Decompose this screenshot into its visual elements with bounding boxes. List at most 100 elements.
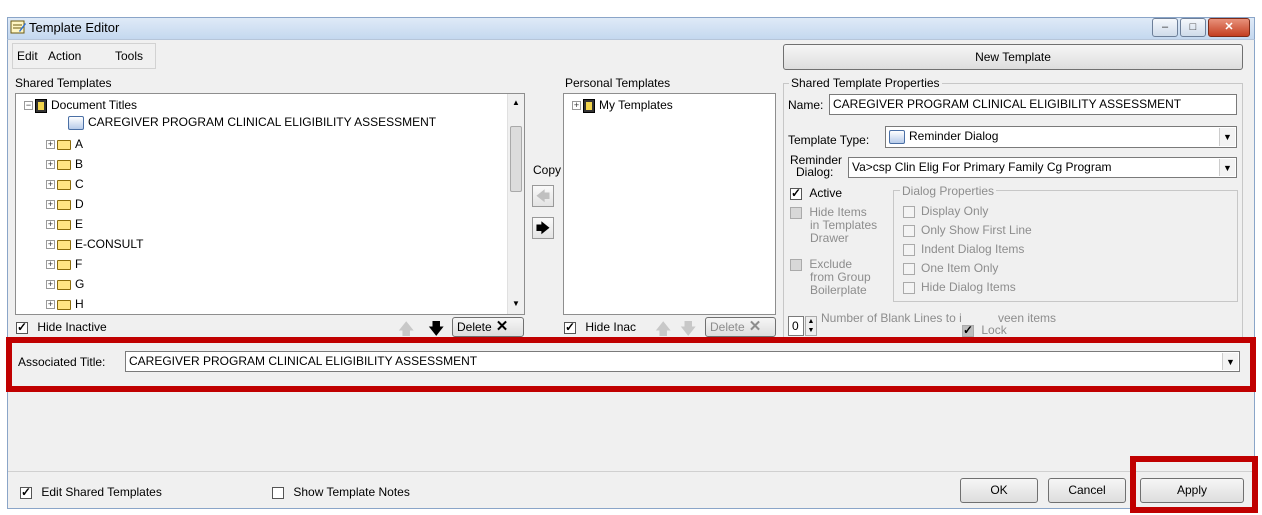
option-checkbox[interactable] (903, 243, 915, 256)
edit-shared-templates-option[interactable]: Edit Shared Templates (20, 485, 162, 499)
tree-node-my-templates[interactable]: + My Templates (572, 97, 673, 113)
tree-folder[interactable]: + E (46, 216, 83, 232)
chevron-down-icon[interactable]: ▼ (1219, 128, 1235, 146)
hide-items-label: Hide Items (809, 205, 867, 219)
tree-folder[interactable]: + D (46, 196, 84, 212)
option-checkbox[interactable] (903, 205, 915, 218)
delete-label: Delete (710, 320, 745, 334)
exclude-option[interactable]: Exclude from Group Boilerplate (790, 258, 871, 297)
option-label: One Item Only (921, 261, 999, 275)
menu-edit[interactable]: Edit (17, 49, 38, 63)
copy-right-arrow-icon[interactable]: 🡆 (532, 217, 554, 239)
shared-templates-header: Shared Templates (15, 76, 112, 90)
option-checkbox[interactable] (903, 262, 915, 275)
hide-inactive-personal[interactable]: Hide Inac (564, 320, 636, 334)
template-editor-icon (10, 19, 26, 35)
expand-icon[interactable]: + (46, 220, 55, 230)
option-checkbox[interactable] (903, 224, 915, 237)
shared-templates-tree[interactable]: − Document Titles CAREGIVER PROGRAM CLINI… (15, 93, 525, 315)
tree-node-document-titles[interactable]: − Document Titles (24, 97, 137, 113)
cancel-button[interactable]: Cancel (1048, 478, 1126, 503)
indent-dialog-items-option[interactable]: Indent Dialog Items (903, 242, 1024, 256)
shared-delete-button[interactable]: Delete ✕ (452, 317, 524, 337)
show-template-notes-option[interactable]: Show Template Notes (272, 485, 410, 499)
chevron-down-icon[interactable]: ▼ (1219, 159, 1235, 176)
tree-node-selected-template[interactable]: CAREGIVER PROGRAM CLINICAL ELIGIBILITY A… (68, 114, 436, 130)
scroll-down-arrow-icon[interactable]: ▼ (512, 299, 520, 308)
close-button[interactable]: ✕ (1208, 18, 1250, 37)
apply-button[interactable]: Apply (1140, 478, 1244, 503)
lock-checkbox[interactable] (962, 323, 974, 337)
option-label: Indent Dialog Items (921, 242, 1025, 256)
collapse-icon[interactable]: − (24, 101, 33, 111)
tree-folder[interactable]: + F (46, 256, 82, 272)
personal-templates-tree[interactable]: + My Templates (563, 93, 776, 315)
hide-dialog-items-option[interactable]: Hide Dialog Items (903, 280, 1016, 294)
vertical-scrollbar[interactable]: ▲ ▼ (507, 94, 524, 314)
chevron-down-icon[interactable]: ▼ (1222, 353, 1238, 370)
tree-folder[interactable]: + G (46, 276, 84, 292)
name-input[interactable]: CAREGIVER PROGRAM CLINICAL ELIGIBILITY A… (829, 94, 1237, 115)
expand-icon[interactable]: + (46, 200, 55, 210)
expand-icon[interactable]: + (46, 260, 55, 270)
blank-lines-stepper[interactable]: ▲ ▼ (805, 316, 817, 336)
option-checkbox[interactable] (903, 281, 915, 294)
folder-icon (57, 199, 71, 210)
expand-icon[interactable]: + (572, 101, 581, 111)
edit-shared-checkbox[interactable] (20, 485, 32, 499)
blank-lines-input[interactable]: 0 (788, 316, 804, 336)
tree-folder[interactable]: + A (46, 136, 83, 152)
hide-items-checkbox[interactable] (790, 206, 802, 219)
tree-folder[interactable]: + H (46, 296, 84, 310)
tree-folder[interactable]: + B (46, 156, 83, 172)
personal-templates-header: Personal Templates (565, 76, 671, 90)
active-option[interactable]: Active (790, 186, 842, 200)
hide-inactive-personal-checkbox[interactable] (564, 320, 576, 334)
scrollbar-thumb[interactable] (510, 126, 522, 192)
tree-folder[interactable]: + C (46, 176, 84, 192)
reminder-dialog-select[interactable]: Va>csp Clin Elig For Primary Family Cg P… (848, 157, 1237, 178)
ok-button[interactable]: OK (960, 478, 1038, 503)
active-checkbox[interactable] (790, 186, 802, 200)
window-title: Template Editor (29, 20, 120, 35)
hide-inactive-checkbox[interactable] (16, 320, 28, 334)
folder-icon (57, 299, 71, 310)
exclude-label: Exclude (809, 257, 853, 271)
properties-header: Shared Template Properties (789, 76, 942, 90)
copy-left-arrow-icon[interactable]: 🡄 (532, 185, 554, 207)
menu-tools[interactable]: Tools (115, 49, 143, 63)
template-type-select[interactable]: Reminder Dialog ▼ (885, 126, 1237, 148)
hide-items-option[interactable]: Hide Items in Templates Drawer (790, 206, 877, 245)
expand-icon[interactable]: + (46, 240, 55, 250)
one-item-only-option[interactable]: One Item Only (903, 261, 998, 275)
tree-folder-label: E-CONSULT (75, 237, 144, 251)
lock-option[interactable]: Lock (962, 323, 1007, 337)
new-template-button[interactable]: New Template (783, 44, 1243, 70)
hide-inactive-personal-label: Hide Inac (585, 320, 637, 334)
tree-folder-label: F (75, 257, 83, 271)
display-only-option[interactable]: Display Only (903, 204, 988, 218)
reminder-dialog-icon (68, 115, 84, 130)
show-notes-checkbox[interactable] (272, 486, 284, 499)
hide-inactive-shared[interactable]: Hide Inactive (16, 320, 107, 334)
exclude-checkbox[interactable] (790, 258, 802, 271)
expand-icon[interactable]: + (46, 300, 55, 310)
expand-icon[interactable]: + (46, 140, 55, 150)
personal-delete-button[interactable]: Delete ✕ (705, 317, 776, 337)
folder-icon (57, 139, 71, 150)
associated-title-select[interactable]: CAREGIVER PROGRAM CLINICAL ELIGIBILITY A… (125, 351, 1240, 372)
expand-icon[interactable]: + (46, 280, 55, 290)
expand-icon[interactable]: + (46, 160, 55, 170)
expand-icon[interactable]: + (46, 180, 55, 190)
reminder-label-line: Dialog: (796, 165, 834, 179)
tree-folder[interactable]: + E-CONSULT (46, 236, 143, 252)
minimize-button[interactable]: – (1152, 18, 1178, 37)
title-bar[interactable] (7, 17, 1255, 39)
only-show-first-line-option[interactable]: Only Show First Line (903, 223, 1032, 237)
hide-inactive-label: Hide Inactive (37, 320, 107, 334)
scroll-up-arrow-icon[interactable]: ▲ (512, 98, 520, 107)
menu-action[interactable]: Action (48, 49, 81, 63)
copy-label: Copy (533, 163, 562, 177)
maximize-button[interactable]: □ (1180, 18, 1206, 37)
delete-x-icon: ✕ (495, 318, 509, 335)
